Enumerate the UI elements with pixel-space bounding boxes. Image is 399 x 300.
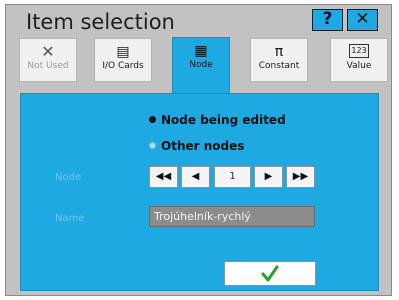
node-field-label: Node: [55, 172, 82, 183]
tab-node[interactable]: ▦ Node: [172, 37, 230, 94]
help-button[interactable]: ?: [312, 9, 343, 31]
window-title: Item selection: [26, 10, 175, 34]
radio-label: Node being edited: [161, 113, 286, 127]
tab-label: Value: [346, 61, 372, 71]
name-field-label: Name: [55, 213, 85, 224]
tab-label: Constant: [258, 61, 300, 71]
radio-selected-icon: [149, 116, 156, 123]
item-selection-window: Item selection ? ✕ ✕ Not Used ▤ I/O Card…: [5, 4, 392, 296]
tab-constant[interactable]: π Constant: [250, 38, 308, 82]
radio-unselected-icon: [149, 142, 156, 149]
value-123-icon: 123: [349, 44, 369, 58]
pi-icon: π: [274, 44, 284, 60]
node-name-field[interactable]: Trojúhelník-rychlý: [149, 206, 315, 227]
next-node-button[interactable]: ▶: [254, 166, 283, 188]
tab-label: Node: [189, 60, 213, 70]
last-node-button[interactable]: ▶▶: [286, 166, 315, 188]
tab-not-used[interactable]: ✕ Not Used: [19, 38, 77, 82]
previous-node-button[interactable]: ◀: [181, 166, 210, 188]
radio-label: Other nodes: [161, 139, 245, 153]
tab-value[interactable]: 123 Value: [330, 38, 388, 82]
io-card-icon: ▤: [116, 44, 130, 60]
checkmark-icon: [261, 265, 279, 282]
close-x-icon: ✕: [41, 42, 55, 61]
tab-label: I/O Cards: [102, 61, 144, 71]
tab-io-cards[interactable]: ▤ I/O Cards: [94, 38, 152, 82]
radio-node-being-edited[interactable]: Node being edited: [149, 113, 286, 127]
node-panel: Node being edited Other nodes Node ◀◀ ◀ …: [20, 93, 379, 291]
item-type-tabs: ✕ Not Used ▤ I/O Cards ▦ Node π Constant…: [6, 37, 393, 94]
first-node-button[interactable]: ◀◀: [149, 166, 178, 188]
tab-label: Not Used: [27, 61, 69, 71]
node-number-field[interactable]: 1: [214, 166, 251, 188]
node-grid-icon: ▦: [194, 43, 208, 59]
confirm-button[interactable]: [224, 261, 316, 286]
radio-other-nodes[interactable]: Other nodes: [149, 139, 244, 153]
close-button[interactable]: ✕: [347, 9, 378, 31]
